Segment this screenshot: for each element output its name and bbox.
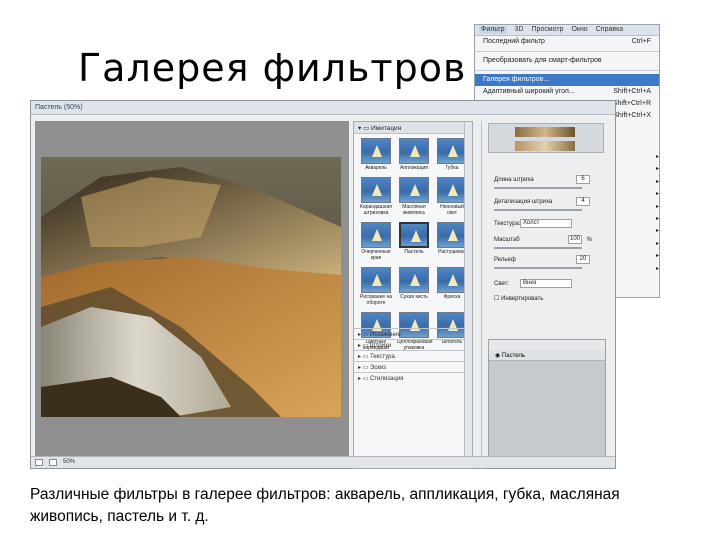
chevron-right-icon: ▸ (655, 228, 659, 235)
folder-texture[interactable]: ▸ ▭ Текстура (354, 350, 466, 361)
filter-thumb-cutout[interactable]: Аппликация (398, 138, 430, 171)
folder-sketch[interactable]: ▸ ▭ Эскиз (354, 361, 466, 372)
filter-thumb-pencil[interactable]: Карандашная штриховка (360, 177, 392, 216)
menu-help[interactable]: Справка (596, 26, 623, 34)
detail-slider[interactable] (494, 209, 582, 211)
light-select[interactable]: Вниз (520, 279, 572, 288)
slide-caption: Различные фильтры в галерее фильтров: ак… (30, 486, 620, 525)
eye-icon[interactable]: ◉ (495, 353, 500, 359)
dialog-title: Пастель (50%) (31, 101, 615, 115)
param-light: Свет: Вниз (494, 279, 598, 288)
chevron-right-icon: ▸ (655, 178, 659, 185)
gallery-group-header[interactable]: ▾ ▭ Имитация (354, 122, 472, 134)
filter-gallery-dialog: Пастель (50%) ▾ ▭ Имитация Акварель Аппл… (30, 100, 616, 469)
chevron-right-icon: ▸ (655, 265, 659, 272)
filter-thumb-watercolor[interactable]: Акварель (360, 138, 392, 171)
folder-strokes[interactable]: ▸ ▭ Штрихи (354, 339, 466, 350)
ok-button[interactable] (515, 127, 575, 137)
stroke-length-input[interactable]: 6 (576, 175, 590, 184)
param-relief: Рельеф 20 (494, 255, 598, 269)
submenu-arrows: ▸ ▸ ▸ ▸ ▸ ▸ ▸ ▸ ▸ ▸ (615, 153, 659, 277)
menu-bar: Фильтр 3D Просмотр Окно Справка (475, 25, 659, 36)
param-detail: Детализация штриха 4 (494, 197, 598, 211)
menu-window[interactable]: Окно (571, 26, 587, 34)
menu-item-last-filter[interactable]: Последний фильтр Ctrl+F (475, 36, 659, 48)
stroke-length-slider[interactable] (494, 187, 582, 189)
chevron-right-icon: ▸ (655, 166, 659, 173)
param-invert: ☐ Инвертировать (494, 296, 544, 302)
effect-layer-row[interactable]: ◉ Пастель (489, 350, 605, 361)
param-stroke-length: Длина штриха 6 (494, 175, 598, 189)
zoom-in-button[interactable] (49, 459, 57, 466)
filter-thumb-drybrush[interactable]: Сухая кисть (398, 267, 430, 306)
gallery-scrollbar[interactable] (464, 122, 472, 468)
menu-filter[interactable]: Фильтр (479, 26, 507, 34)
filter-gallery-list: ▾ ▭ Имитация Акварель Аппликация Губка К… (353, 121, 473, 469)
scale-input[interactable]: 100 (568, 235, 582, 244)
filter-folders: ▸ ▭ Искажение ▸ ▭ Штрихи ▸ ▭ Текстура ▸ … (354, 328, 466, 383)
menu-item-filter-gallery[interactable]: Галерея фильтров... (475, 74, 659, 86)
scale-slider[interactable] (494, 247, 582, 249)
folder-icon: ▭ (363, 125, 370, 132)
filter-settings-panel: Длина штриха 6 Детализация штриха 4 Тексту… (481, 121, 606, 469)
relief-slider[interactable] (494, 267, 582, 269)
chevron-right-icon: ▸ (655, 253, 659, 260)
folder-distort[interactable]: ▸ ▭ Искажение (354, 328, 466, 339)
slide-title: Галерея фильтров (78, 46, 467, 90)
layers-header (489, 340, 605, 350)
cancel-button[interactable] (515, 141, 575, 151)
filter-thumb-underpainting[interactable]: Рисование на обороте (360, 267, 392, 306)
invert-checkbox[interactable]: ☐ (494, 296, 499, 302)
detail-input[interactable]: 4 (576, 197, 590, 206)
chevron-right-icon: ▸ (655, 154, 659, 160)
menu-separator (475, 67, 659, 71)
menu-item-adaptive-wide-angle[interactable]: Адаптивный широкий угол... Shift+Ctrl+A (475, 86, 659, 98)
chevron-right-icon: ▸ (655, 240, 659, 247)
zoom-level[interactable]: 50% (63, 459, 75, 466)
menu-separator (475, 48, 659, 52)
menu-3d[interactable]: 3D (515, 26, 524, 34)
filter-thumbnails: Акварель Аппликация Губка Карандашная шт… (354, 134, 472, 355)
folder-stylize[interactable]: ▸ ▭ Стилизация (354, 372, 466, 383)
zoom-out-button[interactable] (35, 459, 43, 466)
menu-item-smart-filters[interactable]: Преобразовать для смарт-фильтров (475, 55, 659, 67)
texture-select[interactable]: Холст (520, 219, 572, 228)
param-scale: Масштаб 100% (494, 235, 598, 249)
filter-thumb-oil[interactable]: Масляная живопись (398, 177, 430, 216)
filter-thumb-pastel[interactable]: Пастель (398, 222, 430, 261)
chevron-right-icon: ▸ (655, 215, 659, 222)
ok-cancel-area (488, 123, 604, 153)
param-texture: Текстура: Холст (494, 219, 598, 228)
relief-input[interactable]: 20 (576, 255, 590, 264)
menu-view[interactable]: Просмотр (531, 26, 563, 34)
chevron-right-icon: ▸ (655, 203, 659, 210)
preview-image (41, 157, 341, 417)
filter-thumb-edges[interactable]: Очерченные края (360, 222, 392, 261)
chevron-right-icon: ▸ (655, 191, 659, 198)
dialog-status-bar: 50% (31, 456, 615, 468)
preview-area[interactable] (35, 121, 349, 457)
effect-layers-panel: ◉ Пастель (488, 339, 606, 467)
